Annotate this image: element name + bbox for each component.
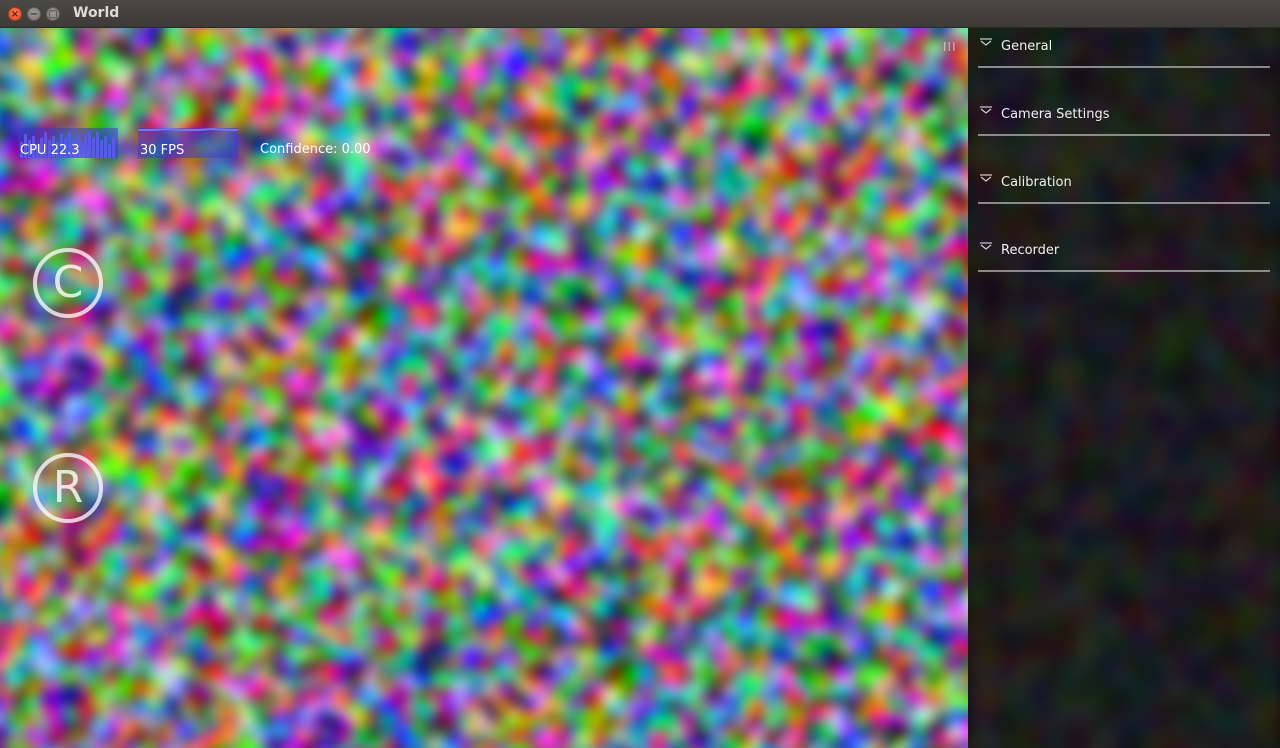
record-button[interactable]: R <box>33 453 103 523</box>
window-title: World <box>73 5 120 21</box>
confidence-label: Confidence: 0.00 <box>260 142 371 157</box>
fps-graph: 30 FPS <box>138 128 238 158</box>
calibrate-button[interactable]: C <box>33 248 103 318</box>
section-recorder[interactable]: Recorder <box>978 232 1270 272</box>
sidebar-background <box>968 28 1280 748</box>
menu-toggle-handle-icon[interactable]: III <box>943 40 957 54</box>
calibrate-c-icon: C <box>52 257 84 308</box>
cpu-label: CPU 22.3 <box>20 143 80 158</box>
record-r-icon: R <box>52 462 84 513</box>
section-calibration[interactable]: Calibration <box>978 164 1270 204</box>
section-recorder-label: Recorder <box>1001 243 1060 258</box>
chevron-down-icon <box>980 242 992 250</box>
settings-sidebar: General Camera Settings Calibration Reco… <box>968 28 1280 748</box>
section-general-label: General <box>1001 39 1053 54</box>
maximize-window-button[interactable]: □ <box>46 7 60 21</box>
section-general[interactable]: General <box>978 28 1270 68</box>
section-calibration-label: Calibration <box>1001 175 1072 190</box>
world-camera-view[interactable]: CPU 22.3 30 FPS Confidence: 0.00 C R III <box>0 28 968 748</box>
section-camera-settings-label: Camera Settings <box>1001 107 1110 122</box>
chevron-down-icon <box>980 106 992 114</box>
minimize-window-button[interactable]: − <box>27 7 41 21</box>
section-camera-settings[interactable]: Camera Settings <box>978 96 1270 136</box>
fps-label: 30 FPS <box>140 143 185 158</box>
title-bar: × − □ World <box>0 0 1280 28</box>
chevron-down-icon <box>980 174 992 182</box>
close-window-button[interactable]: × <box>8 7 22 21</box>
cpu-graph: CPU 22.3 <box>18 128 118 158</box>
chevron-down-icon <box>980 38 992 46</box>
